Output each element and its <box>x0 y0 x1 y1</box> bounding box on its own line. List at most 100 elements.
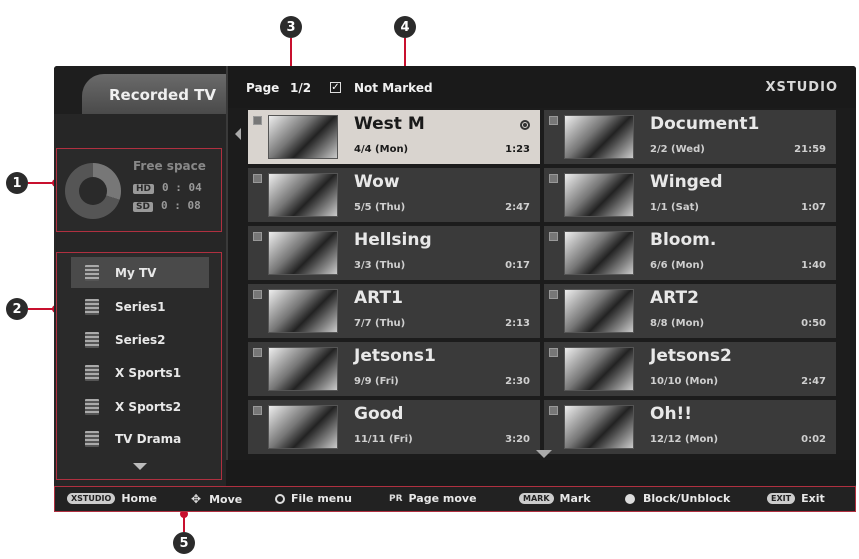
folder-icon <box>85 430 99 447</box>
tile-checkbox[interactable] <box>253 232 262 241</box>
recording-tile-good[interactable]: Good 11/11 (Fri) 3:20 <box>248 400 540 454</box>
tile-title: Hellsing <box>354 230 432 250</box>
tile-thumbnail <box>564 231 634 275</box>
footer-block-label: Block/Unblock <box>643 492 731 505</box>
sd-badge: SD <box>133 202 153 212</box>
recorded-tv-screen: Recorded TV Page 1/2 ✓ Not Marked XSTUDI… <box>54 66 856 488</box>
tile-date: 9/9 (Fri) <box>354 376 399 387</box>
tile-checkbox[interactable] <box>253 116 262 125</box>
recording-tile-bloom[interactable]: Bloom. 6/6 (Mon) 1:40 <box>544 226 836 280</box>
grid-scroll-down-icon[interactable] <box>536 450 552 458</box>
tile-thumbnail <box>268 289 338 333</box>
folder-item-x-sports2[interactable]: X Sports2 <box>71 391 209 422</box>
footer-block[interactable]: Block/Unblock <box>625 492 730 505</box>
folder-icon <box>85 298 99 315</box>
tile-date: 5/5 (Thu) <box>354 202 406 213</box>
title-area: Recorded TV <box>54 66 226 114</box>
folder-scroll-down-icon[interactable] <box>133 463 147 470</box>
recording-tile-document1[interactable]: Document1 2/2 (Wed) 21:59 <box>544 110 836 164</box>
tile-checkbox[interactable] <box>253 348 262 357</box>
tile-checkbox[interactable] <box>253 174 262 183</box>
callout-5: 5 <box>173 532 195 554</box>
footer-move-label: Move <box>209 492 243 506</box>
folder-item-series2[interactable]: Series2 <box>71 324 209 355</box>
folder-icon <box>85 364 99 381</box>
tile-checkbox[interactable] <box>549 174 558 183</box>
tile-thumbnail <box>268 173 338 217</box>
tile-thumbnail <box>564 289 634 333</box>
recording-tile-hellsing[interactable]: Hellsing 3/3 (Thu) 0:17 <box>248 226 540 280</box>
page-number: 1/2 <box>290 81 312 95</box>
tile-checkbox[interactable] <box>253 290 262 299</box>
tile-date: 10/10 (Mon) <box>650 376 719 387</box>
tile-title: Document1 <box>650 114 760 134</box>
tile-duration: 2:13 <box>505 318 530 329</box>
recording-tile-jetsons1[interactable]: Jetsons1 9/9 (Fri) 2:30 <box>248 342 540 396</box>
footer-file-menu-label: File menu <box>291 492 352 505</box>
hd-space-value: 0 : 04 <box>162 181 202 194</box>
footer-key-guide: XSTUDIO Home ✥ Move File menu PR Page move … <box>54 486 856 512</box>
folder-icon <box>85 398 99 415</box>
tile-thumbnail <box>564 347 634 391</box>
folder-label: Series2 <box>115 332 166 347</box>
callout-4: 4 <box>394 16 416 38</box>
mark-key-icon: MARK <box>519 493 554 504</box>
folder-item-x-sports1[interactable]: X Sports1 <box>71 357 209 388</box>
title-tab: Recorded TV <box>82 74 226 114</box>
tile-thumbnail <box>268 347 338 391</box>
footer-page-move-label: Page move <box>408 492 477 505</box>
recording-tile-wow[interactable]: Wow 5/5 (Thu) 2:47 <box>248 168 540 222</box>
tile-checkbox[interactable] <box>549 348 558 357</box>
recording-tile-winged[interactable]: Winged 1/1 (Sat) 1:07 <box>544 168 836 222</box>
recording-tile-jetsons2[interactable]: Jetsons2 10/10 (Mon) 2:47 <box>544 342 836 396</box>
folder-item-series1[interactable]: Series1 <box>71 291 209 322</box>
page-label: Page <box>246 81 280 95</box>
tile-checkbox[interactable] <box>549 116 558 125</box>
playing-indicator-icon <box>520 120 530 130</box>
recording-tile-art1[interactable]: ART1 7/7 (Thu) 2:13 <box>248 284 540 338</box>
ok-button-icon <box>275 493 285 504</box>
callout-1: 1 <box>6 172 28 194</box>
folder-icon <box>85 331 99 348</box>
tile-thumbnail <box>564 115 634 159</box>
footer-home-label: Home <box>121 492 157 505</box>
callout-2: 2 <box>6 298 28 320</box>
folder-item-my-tv[interactable]: My TV <box>71 257 209 288</box>
tile-duration: 0:50 <box>801 318 826 329</box>
tile-date: 7/7 (Thu) <box>354 318 406 329</box>
tile-title: Bloom. <box>650 230 717 250</box>
hd-badge: HD <box>133 184 155 194</box>
footer-move[interactable]: ✥ Move <box>191 492 242 506</box>
tile-duration: 2:47 <box>505 202 530 213</box>
sd-space-row: SD 0 : 08 <box>133 199 201 212</box>
footer-exit-label: Exit <box>801 492 825 505</box>
footer-mark[interactable]: MARK Mark <box>519 492 591 505</box>
tile-title: Winged <box>650 172 723 192</box>
not-marked-checkbox[interactable]: ✓ <box>330 82 341 93</box>
folder-label: X Sports1 <box>115 365 182 380</box>
footer-page-move[interactable]: PR Page move <box>389 492 477 505</box>
footer-exit[interactable]: EXIT Exit <box>767 492 825 505</box>
recording-tile-oh[interactable]: Oh!! 12/12 (Mon) 0:02 <box>544 400 836 454</box>
tile-checkbox[interactable] <box>549 232 558 241</box>
scroll-left-icon[interactable] <box>235 128 241 140</box>
tile-duration: 1:07 <box>801 202 826 213</box>
tile-checkbox[interactable] <box>549 406 558 415</box>
footer-home[interactable]: XSTUDIO Home <box>67 492 157 505</box>
hd-space-row: HD 0 : 04 <box>133 181 202 194</box>
recording-tile-art2[interactable]: ART2 8/8 (Mon) 0:50 <box>544 284 836 338</box>
tile-checkbox[interactable] <box>253 406 262 415</box>
tile-thumbnail <box>268 231 338 275</box>
tile-checkbox[interactable] <box>549 290 558 299</box>
footer-file-menu[interactable]: File menu <box>275 492 352 505</box>
xstudio-key-icon: XSTUDIO <box>67 493 116 504</box>
folder-label: X Sports2 <box>115 399 182 414</box>
tile-title: Good <box>354 404 404 424</box>
recording-tile-west-m[interactable]: West M 4/4 (Mon) 1:23 <box>248 110 540 164</box>
tile-date: 2/2 (Wed) <box>650 144 705 155</box>
folder-item-tv-drama[interactable]: TV Drama <box>71 423 209 454</box>
callout-5-line <box>183 514 185 532</box>
folder-label: TV Drama <box>115 431 182 446</box>
sd-space-value: 0 : 08 <box>160 199 201 212</box>
footer-mark-label: Mark <box>559 492 591 505</box>
